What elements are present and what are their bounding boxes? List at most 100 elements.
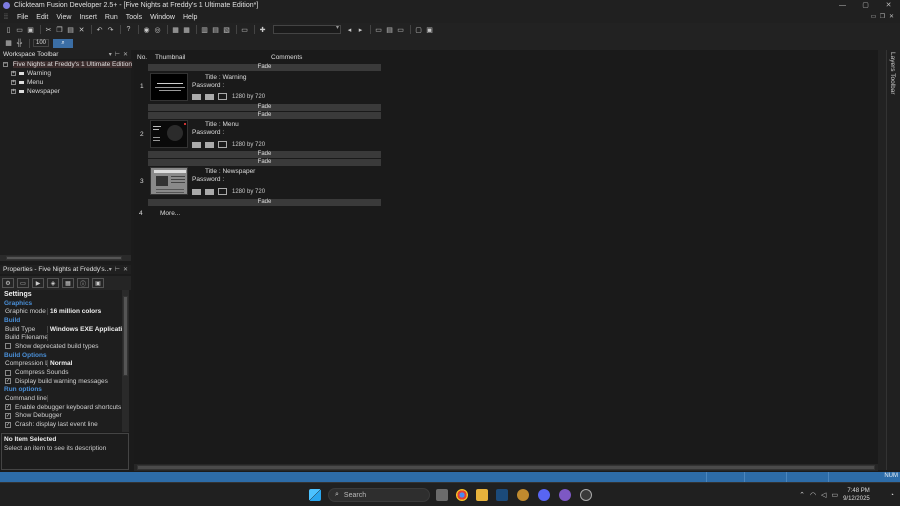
expand-icon[interactable]: + — [11, 89, 16, 94]
taskbar-search[interactable]: ⌕ Search — [328, 488, 430, 502]
expand-icon[interactable]: + — [11, 80, 16, 85]
checkbox-checked-icon[interactable]: ✓ — [5, 412, 11, 419]
workspace-horizontal-scrollbar[interactable] — [0, 255, 131, 261]
property-row[interactable]: Command line — [0, 394, 122, 403]
fusion-icon[interactable] — [580, 489, 592, 501]
more-frames-link[interactable]: More... — [160, 210, 180, 217]
frame-icon[interactable]: ▢ — [414, 25, 423, 34]
scrollbar-thumb[interactable] — [6, 256, 122, 260]
fade-out-bar[interactable]: Fade — [148, 104, 381, 111]
fade-out-bar[interactable]: Fade — [148, 151, 381, 158]
help-icon[interactable]: ? — [124, 25, 133, 34]
panel-close-icon[interactable]: ✕ — [123, 266, 128, 273]
copy-icon[interactable]: ❐ — [55, 25, 64, 34]
notification-bell-icon[interactable]: ◔ — [890, 492, 894, 499]
frame-size[interactable]: 1280 by 720 — [232, 189, 265, 195]
panel-pin-icon[interactable]: ⊢ — [115, 51, 120, 58]
event-list-icon[interactable]: ▤ — [211, 25, 220, 34]
checkbox-checked-icon[interactable]: ✓ — [5, 421, 11, 428]
frame-size[interactable]: 1280 by 720 — [232, 94, 265, 100]
property-checkbox-row[interactable]: ✓ Display build warning messages — [0, 377, 122, 386]
frame-size[interactable]: 1280 by 720 — [232, 142, 265, 148]
panel-dropdown-icon[interactable]: ▾ — [109, 51, 112, 58]
tree-item-frame-warning[interactable]: + Warning — [0, 69, 131, 78]
checkbox-unchecked-icon[interactable] — [5, 369, 11, 376]
menu-edit[interactable]: Edit — [32, 14, 52, 21]
run-application-icon[interactable]: ▭ — [240, 25, 249, 34]
panel-pin-icon[interactable]: ⊢ — [115, 266, 120, 273]
panel-close-icon[interactable]: ✕ — [123, 51, 128, 58]
event-editor-icon[interactable]: ▥ — [200, 25, 209, 34]
frame-title-value[interactable]: Newspaper — [222, 168, 255, 175]
transition-out-icon[interactable] — [205, 93, 214, 100]
align-icon[interactable]: ▭ — [374, 25, 383, 34]
tree-item-frame-newspaper[interactable]: + Newspaper — [0, 87, 131, 96]
property-checkbox-row[interactable]: Show deprecated build types — [0, 342, 122, 351]
property-value[interactable]: Windows EXE Applicati — [48, 326, 122, 333]
property-row[interactable]: Build Filename — [0, 333, 122, 342]
frame-password[interactable]: Password : — [192, 176, 224, 183]
frame-password[interactable]: Password : — [192, 82, 224, 89]
frame-password[interactable]: Password : — [192, 129, 224, 136]
property-checkbox-row[interactable]: ✓ Show Debugger — [0, 412, 122, 421]
runtime-tab-icon[interactable]: ▶ — [32, 278, 44, 288]
storyboard-editor-icon[interactable]: ▦ — [171, 25, 180, 34]
tree-item-frame-menu[interactable]: + Menu — [0, 78, 131, 87]
editor-vertical-scrollbar[interactable] — [878, 50, 886, 470]
frame-editor-icon[interactable]: ▦ — [182, 25, 191, 34]
transition-in-icon[interactable] — [192, 188, 201, 195]
transition-out-icon[interactable] — [205, 188, 214, 195]
tray-overflow-icon[interactable]: ⌃ — [799, 491, 805, 499]
maximize-button[interactable]: ▢ — [854, 0, 877, 11]
zoom-input[interactable]: 100 — [33, 39, 50, 47]
volume-icon[interactable]: ◁ — [821, 491, 826, 499]
about-tab-icon[interactable]: ⓘ — [77, 278, 89, 288]
extensions-tab-icon[interactable]: ▣ — [92, 278, 104, 288]
save-icon[interactable]: ▣ — [26, 25, 35, 34]
menu-run[interactable]: Run — [101, 14, 122, 21]
steam-icon[interactable] — [496, 489, 508, 501]
properties-vertical-scrollbar[interactable] — [122, 290, 129, 432]
discord-icon[interactable] — [538, 489, 550, 501]
tree-item-application[interactable]: − Five Nights at Freddy's 1 Ultimate Edi… — [0, 60, 132, 69]
events-tab-icon[interactable]: ▦ — [62, 278, 74, 288]
fade-in-bar[interactable]: Fade — [148, 112, 381, 119]
delete-icon[interactable]: ✕ — [77, 25, 86, 34]
frame-thumbnail[interactable] — [150, 167, 188, 195]
menu-insert[interactable]: Insert — [75, 14, 101, 21]
collapse-icon[interactable]: − — [3, 62, 8, 67]
battery-icon[interactable]: ▭ — [831, 491, 838, 499]
scrollbar-thumb[interactable] — [137, 465, 875, 470]
obs-icon[interactable] — [559, 489, 571, 501]
undo-icon[interactable]: ↶ — [95, 25, 104, 34]
property-value[interactable]: Normal — [48, 360, 72, 367]
paste-icon[interactable]: ▤ — [66, 25, 75, 34]
layer-select[interactable] — [273, 24, 341, 34]
editor-horizontal-scrollbar[interactable] — [134, 464, 878, 471]
expand-icon[interactable]: + — [11, 71, 16, 76]
property-checkbox-row[interactable]: ✓ Crash: display last event line — [0, 420, 122, 429]
redo-icon[interactable]: ↷ — [106, 25, 115, 34]
data-elements-icon[interactable]: ▧ — [222, 25, 231, 34]
fade-in-bar[interactable]: Fade — [148, 64, 381, 71]
property-checkbox-row[interactable]: Compress Sounds — [0, 368, 122, 377]
checkbox-checked-icon[interactable]: ✓ — [5, 404, 11, 411]
transition-in-icon[interactable] — [192, 141, 201, 148]
property-value[interactable]: 16 million colors — [48, 308, 101, 315]
wifi-icon[interactable]: ◠ — [810, 491, 816, 499]
insert-object-icon[interactable]: ✚ — [258, 25, 267, 34]
frame-thumbnail[interactable] — [150, 73, 188, 101]
property-row[interactable]: Compression LevNormal — [0, 360, 122, 369]
transition-in-icon[interactable] — [192, 93, 201, 100]
properties-icon[interactable]: ▣ — [425, 25, 434, 34]
menu-help[interactable]: Help — [179, 14, 201, 21]
menu-file[interactable]: File — [13, 14, 32, 21]
menu-tools[interactable]: Tools — [122, 14, 146, 21]
chrome-icon[interactable] — [456, 489, 468, 501]
menu-window[interactable]: Window — [146, 14, 179, 21]
property-row[interactable]: Graphic mode 16 million colors — [0, 307, 122, 316]
calendar-icon[interactable]: ▦ — [4, 39, 13, 48]
grid-icon[interactable]: ╬ — [15, 39, 24, 48]
transition-out-icon[interactable] — [205, 141, 214, 148]
settings-tab-icon[interactable]: ⚙ — [2, 278, 14, 288]
